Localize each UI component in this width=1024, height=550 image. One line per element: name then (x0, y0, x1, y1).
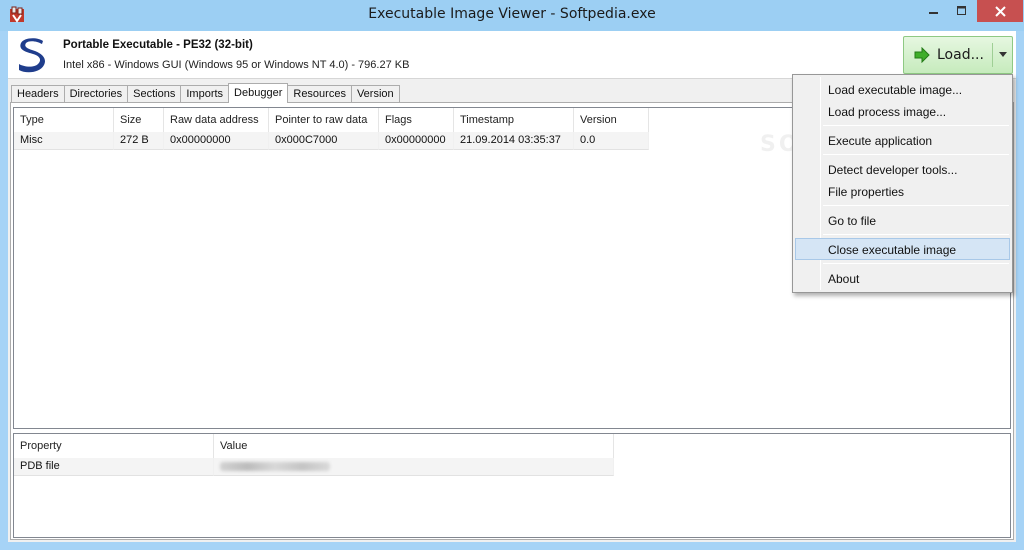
close-icon (994, 5, 1006, 17)
table-row[interactable]: Misc 272 B 0x00000000 0x000C7000 0x00000… (14, 132, 649, 150)
menu-item-load-process-image[interactable]: Load process image... (795, 100, 1010, 122)
column-header-property[interactable]: Property (14, 434, 214, 458)
minimize-button[interactable] (920, 0, 948, 22)
column-header-version[interactable]: Version (574, 108, 649, 132)
tab-sections[interactable]: Sections (127, 85, 182, 103)
menu-separator (823, 263, 1009, 264)
cell-version: 0.0 (574, 132, 649, 150)
menu-item-file-properties[interactable]: File properties (795, 180, 1010, 202)
minimize-icon (929, 12, 938, 14)
column-header-timestamp[interactable]: Timestamp (454, 108, 574, 132)
file-info-text: Intel x86 - Windows GUI (Windows 95 or W… (63, 59, 410, 71)
menu-item-close-executable-image[interactable]: Close executable image (795, 238, 1010, 260)
menu-item-go-to-file[interactable]: Go to file (795, 209, 1010, 231)
maximize-button[interactable] (948, 0, 976, 22)
table-row[interactable]: PDB file (14, 458, 614, 476)
tab-imports[interactable]: Imports (180, 85, 230, 103)
menu-separator (823, 154, 1009, 155)
menu-item-load-executable-image[interactable]: Load executable image... (795, 78, 1010, 100)
load-button-label: Load... (937, 47, 984, 63)
dropdown-arrow-icon[interactable] (999, 52, 1007, 57)
tab-resources[interactable]: Resources (287, 85, 352, 103)
cell-pointer-to-raw-data: 0x000C7000 (269, 132, 379, 150)
column-header-pointer-to-raw-data[interactable]: Pointer to raw data (269, 108, 379, 132)
cell-raw-data-address: 0x00000000 (164, 132, 269, 150)
cell-property: PDB file (14, 458, 214, 476)
cell-type: Misc (14, 132, 114, 150)
tab-directories[interactable]: Directories (63, 85, 129, 103)
menu-separator (823, 205, 1009, 206)
cell-value (214, 458, 614, 476)
property-list[interactable]: Property Value PDB file (13, 433, 1011, 538)
softpedia-logo (19, 38, 45, 73)
cell-timestamp: 21.09.2014 03:35:37 (454, 132, 574, 150)
menu-item-execute-application[interactable]: Execute application (795, 129, 1010, 151)
tab-debugger[interactable]: Debugger (228, 83, 289, 103)
window-title: Executable Image Viewer - Softpedia.exe (368, 6, 656, 22)
column-header-size[interactable]: Size (114, 108, 164, 132)
table-header: Property Value (14, 434, 614, 458)
cell-size: 272 B (114, 132, 164, 150)
column-header-flags[interactable]: Flags (379, 108, 454, 132)
table-header: Type Size Raw data address Pointer to ra… (14, 108, 649, 132)
green-arrow-icon (914, 47, 930, 63)
load-split-divider (992, 43, 993, 67)
tab-headers[interactable]: Headers (11, 85, 65, 103)
menu-separator (823, 234, 1009, 235)
menu-item-detect-developer-tools[interactable]: Detect developer tools... (795, 158, 1010, 180)
close-button[interactable] (977, 0, 1023, 22)
menu-separator (823, 125, 1009, 126)
title-bar[interactable]: Executable Image Viewer - Softpedia.exe (0, 0, 1024, 31)
file-format-title: Portable Executable - PE32 (32-bit) (63, 39, 253, 51)
maximize-icon (957, 6, 966, 15)
cell-flags: 0x00000000 (379, 132, 454, 150)
load-split-button[interactable]: Load... (903, 36, 1013, 74)
tab-version[interactable]: Version (350, 85, 400, 103)
load-dropdown-menu: Load executable image... Load process im… (792, 74, 1013, 293)
column-header-raw-data-address[interactable]: Raw data address (164, 108, 269, 132)
column-header-type[interactable]: Type (14, 108, 114, 132)
tab-strip: Headers Directories Sections Imports Deb… (11, 83, 400, 103)
column-header-value[interactable]: Value (214, 434, 614, 458)
redacted-pdb-path (220, 462, 330, 471)
file-header-panel: Portable Executable - PE32 (32-bit) Inte… (8, 31, 1016, 79)
menu-item-about[interactable]: About (795, 267, 1010, 289)
